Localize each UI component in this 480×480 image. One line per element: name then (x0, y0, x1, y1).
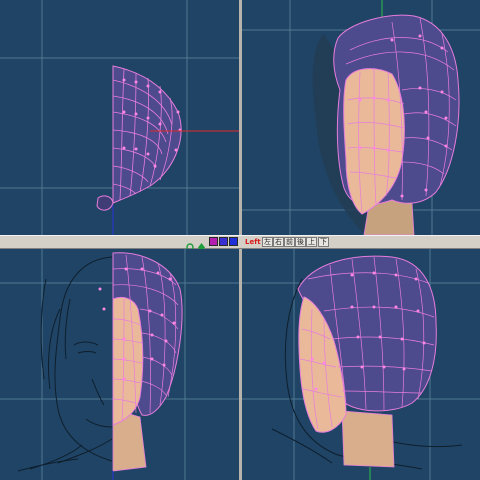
view-blue-2-icon[interactable] (229, 237, 238, 246)
view-right-button[interactable]: 右 (273, 237, 284, 247)
neck-mesh-top[interactable] (96, 195, 114, 211)
viewport-front-canvas[interactable] (0, 249, 239, 480)
reference-sketch-front (17, 256, 113, 472)
view-left-button[interactable]: 左 (262, 237, 273, 247)
view-back-button[interactable]: 後 (295, 237, 306, 247)
viewport-perspective-canvas[interactable] (242, 0, 480, 235)
view-magenta-icon[interactable] (209, 237, 218, 246)
view-toolbar: Left 左 右 前 後 上 下 (0, 235, 480, 252)
viewport-top-canvas[interactable] (0, 0, 239, 235)
view-top-button[interactable]: 上 (306, 237, 317, 247)
neck-mesh-side[interactable] (341, 410, 395, 468)
viewport-top[interactable] (0, 0, 239, 235)
move-green-icon[interactable] (197, 237, 206, 252)
modeling-workspace: Left 左 右 前 後 上 下 (0, 0, 480, 480)
view-front-button[interactable]: 前 (284, 237, 295, 247)
viewport-side[interactable] (242, 249, 480, 480)
view-bottom-button[interactable]: 下 (318, 237, 329, 247)
viewport-perspective[interactable] (242, 0, 480, 235)
viewport-front[interactable] (0, 249, 239, 480)
zoom-green-icon[interactable] (186, 237, 195, 252)
view-blue-icon[interactable] (219, 237, 228, 246)
viewport-side-canvas[interactable] (242, 249, 480, 480)
view-label: Left (245, 238, 261, 246)
